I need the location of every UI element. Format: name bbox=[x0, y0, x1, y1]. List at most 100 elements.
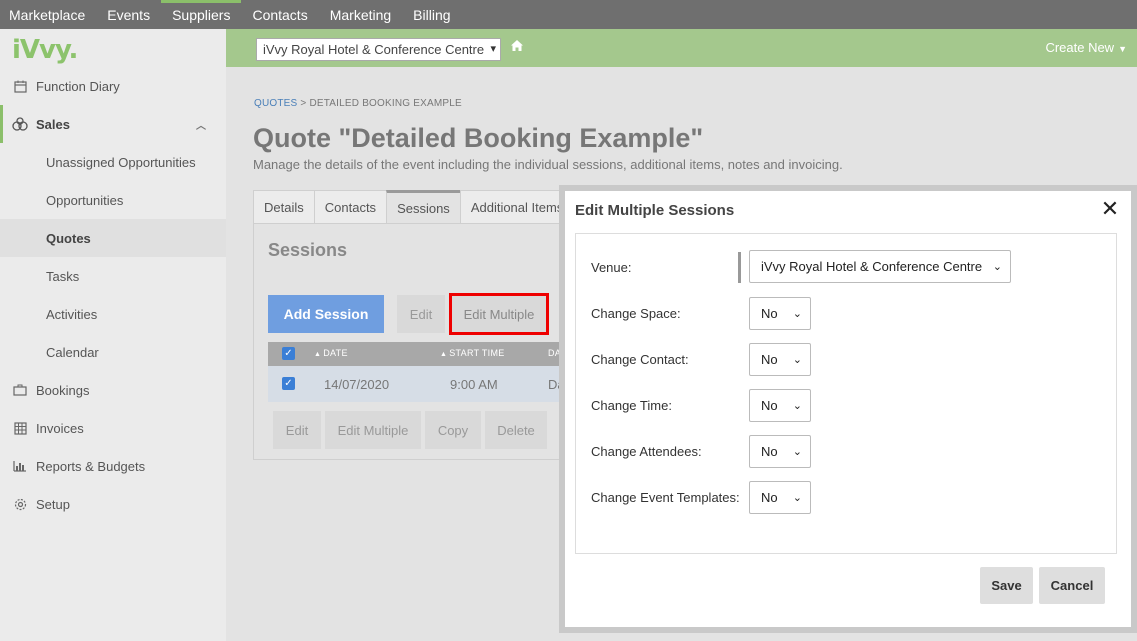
header-bar: iVvy Royal Hotel & Conference Centre ▾ C… bbox=[226, 29, 1137, 67]
logo[interactable]: iVvy. bbox=[12, 35, 78, 65]
change-event-templates-value: No bbox=[761, 490, 778, 505]
sidebar-subitem-activities[interactable]: Activities bbox=[0, 295, 226, 333]
delete-button[interactable]: Delete bbox=[485, 411, 547, 449]
breadcrumb-link-quotes[interactable]: QUOTES bbox=[254, 98, 297, 109]
breadcrumb-current: DETAILED BOOKING EXAMPLE bbox=[309, 98, 462, 109]
column-header-date[interactable]: ▲ DATE bbox=[314, 348, 348, 358]
chevron-down-icon: ⌄ bbox=[792, 354, 802, 366]
breadcrumb: QUOTES > DETAILED BOOKING EXAMPLE bbox=[254, 98, 462, 109]
sidebar: iVvy. Function Diary Sales ︿ Unassigned … bbox=[0, 29, 226, 641]
tab-bar: Details Contacts Sessions Additional Ite… bbox=[253, 190, 575, 224]
modal-title: Edit Multiple Sessions bbox=[575, 202, 735, 219]
create-new-button[interactable]: Create New ▼ bbox=[1045, 40, 1127, 55]
create-new-label: Create New bbox=[1045, 40, 1115, 55]
change-space-label: Change Space: bbox=[591, 306, 681, 321]
bar-chart-icon bbox=[12, 458, 28, 474]
venue-select-modal[interactable]: iVvy Royal Hotel & Conference Centre ⌄ bbox=[749, 250, 1011, 283]
sidebar-item-label: Bookings bbox=[36, 382, 90, 398]
sidebar-item-label: Sales bbox=[36, 116, 70, 132]
close-icon[interactable]: ✕ bbox=[1100, 198, 1120, 220]
add-session-button[interactable]: Add Session bbox=[268, 295, 384, 333]
sidebar-item-label: Function Diary bbox=[36, 78, 120, 94]
nav-suppliers[interactable]: Suppliers bbox=[161, 0, 242, 29]
home-icon[interactable] bbox=[510, 39, 526, 55]
tab-additional-items[interactable]: Additional Items bbox=[459, 190, 575, 224]
row-checkbox[interactable]: ✓ bbox=[282, 377, 295, 390]
edit-multiple-button-bottom[interactable]: Edit Multiple bbox=[325, 411, 421, 449]
sort-icon: ▲ bbox=[314, 351, 322, 358]
caret-down-icon: ▼ bbox=[1118, 44, 1127, 54]
sidebar-item-label: Invoices bbox=[36, 420, 84, 436]
breadcrumb-separator: > bbox=[300, 98, 307, 109]
change-contact-value: No bbox=[761, 352, 778, 367]
nav-events[interactable]: Events bbox=[96, 0, 161, 29]
change-attendees-value: No bbox=[761, 444, 778, 459]
sort-icon: ▲ bbox=[440, 351, 448, 358]
table-row[interactable]: ✓ 14/07/2020 9:00 AM Da bbox=[268, 366, 565, 402]
venue-select-value: iVvy Royal Hotel & Conference Centre bbox=[263, 42, 485, 57]
copy-button[interactable]: Copy bbox=[425, 411, 481, 449]
sessions-title: Sessions bbox=[268, 240, 348, 260]
sidebar-subitem-unassigned-opportunities[interactable]: Unassigned Opportunities bbox=[0, 143, 226, 181]
change-time-label: Change Time: bbox=[591, 398, 672, 413]
sidebar-item-function-diary[interactable]: Function Diary bbox=[0, 67, 226, 105]
cancel-button[interactable]: Cancel bbox=[1039, 567, 1105, 604]
venue-select-modal-value: iVvy Royal Hotel & Conference Centre bbox=[761, 259, 983, 274]
edit-button[interactable]: Edit bbox=[397, 295, 445, 333]
chevron-up-icon[interactable]: ︿ bbox=[196, 117, 206, 132]
venue-label: Venue: bbox=[591, 260, 632, 275]
chevron-down-icon: ▾ bbox=[490, 43, 496, 55]
change-attendees-select[interactable]: No ⌄ bbox=[749, 435, 811, 468]
change-space-value: No bbox=[761, 306, 778, 321]
nav-marketplace[interactable]: Marketplace bbox=[0, 0, 96, 29]
chevron-down-icon: ⌄ bbox=[792, 446, 802, 458]
sales-icon bbox=[12, 116, 28, 132]
top-nav: Marketplace Events Suppliers Contacts Ma… bbox=[0, 0, 1137, 29]
sidebar-subitem-calendar[interactable]: Calendar bbox=[0, 333, 226, 371]
change-event-templates-label: Change Event Templates: bbox=[591, 490, 740, 505]
change-event-templates-select[interactable]: No ⌄ bbox=[749, 481, 811, 514]
briefcase-icon bbox=[12, 382, 28, 398]
sidebar-item-sales[interactable]: Sales ︿ bbox=[0, 105, 226, 143]
sidebar-item-bookings[interactable]: Bookings bbox=[0, 371, 226, 409]
sidebar-subitem-quotes[interactable]: Quotes bbox=[0, 219, 226, 257]
change-time-value: No bbox=[761, 398, 778, 413]
venue-field-marker bbox=[738, 252, 741, 283]
venue-select[interactable]: iVvy Royal Hotel & Conference Centre ▾ bbox=[256, 38, 501, 61]
sidebar-subitem-tasks[interactable]: Tasks bbox=[0, 257, 226, 295]
chevron-down-icon: ⌄ bbox=[792, 492, 802, 504]
chevron-down-icon: ⌄ bbox=[792, 400, 802, 412]
page-title: Quote "Detailed Booking Example" bbox=[253, 123, 704, 153]
change-space-select[interactable]: No ⌄ bbox=[749, 297, 811, 330]
nav-marketing[interactable]: Marketing bbox=[319, 0, 402, 29]
cell-start-time: 9:00 AM bbox=[450, 377, 498, 392]
cell-date: 14/07/2020 bbox=[324, 377, 390, 392]
edit-multiple-button[interactable]: Edit Multiple bbox=[449, 293, 549, 335]
calendar-icon bbox=[12, 78, 28, 94]
sessions-table-header: ✓ ▲ DATE ▲ START TIME DAY bbox=[268, 342, 566, 366]
nav-billing[interactable]: Billing bbox=[402, 0, 461, 29]
column-header-start-time[interactable]: ▲ START TIME bbox=[440, 348, 505, 358]
change-attendees-label: Change Attendees: bbox=[591, 444, 702, 459]
edit-button-bottom[interactable]: Edit bbox=[273, 411, 321, 449]
sidebar-item-reports-budgets[interactable]: Reports & Budgets bbox=[0, 447, 226, 485]
change-contact-select[interactable]: No ⌄ bbox=[749, 343, 811, 376]
tab-sessions[interactable]: Sessions bbox=[386, 190, 460, 224]
page-subtitle: Manage the details of the event includin… bbox=[253, 157, 843, 172]
tab-details[interactable]: Details bbox=[253, 190, 314, 224]
gear-icon bbox=[12, 496, 28, 512]
sidebar-subitem-opportunities[interactable]: Opportunities bbox=[0, 181, 226, 219]
change-time-select[interactable]: No ⌄ bbox=[749, 389, 811, 422]
sidebar-item-setup[interactable]: Setup bbox=[0, 485, 226, 523]
save-button[interactable]: Save bbox=[980, 567, 1033, 604]
invoice-icon bbox=[12, 420, 28, 436]
change-contact-label: Change Contact: bbox=[591, 352, 689, 367]
chevron-down-icon: ⌄ bbox=[792, 308, 802, 320]
chevron-down-icon: ⌄ bbox=[992, 261, 1002, 273]
sidebar-item-invoices[interactable]: Invoices bbox=[0, 409, 226, 447]
sidebar-item-label: Setup bbox=[36, 496, 70, 512]
tab-contacts[interactable]: Contacts bbox=[313, 190, 387, 224]
select-all-checkbox[interactable]: ✓ bbox=[282, 347, 295, 360]
nav-contacts[interactable]: Contacts bbox=[241, 0, 318, 29]
sidebar-item-label: Reports & Budgets bbox=[36, 458, 146, 474]
